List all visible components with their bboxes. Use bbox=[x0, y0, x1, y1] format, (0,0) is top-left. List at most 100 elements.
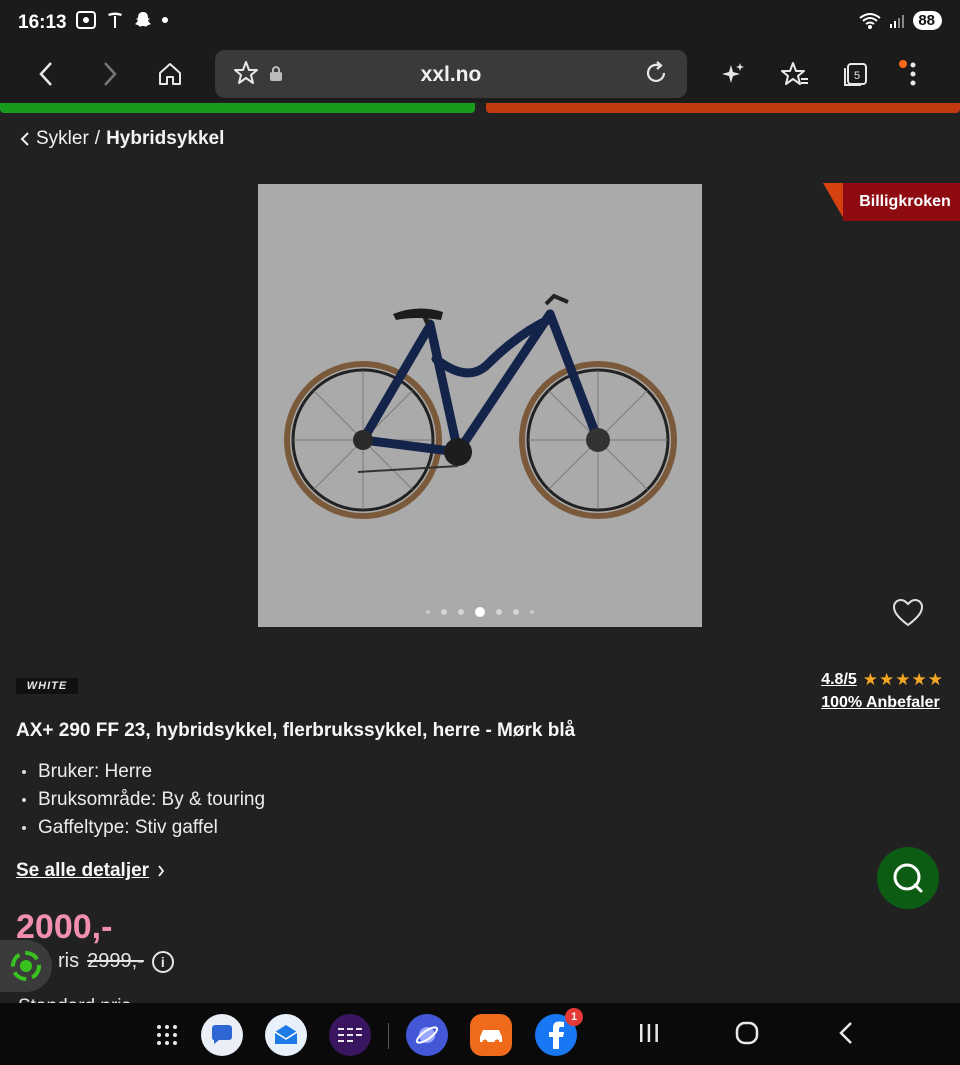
chevron-left-icon[interactable] bbox=[20, 131, 30, 147]
accent-strip-red bbox=[486, 103, 960, 113]
breadcrumb-parent[interactable]: Sykler bbox=[36, 128, 89, 150]
spec-text: Bruker: Herre bbox=[38, 761, 153, 782]
screenshot-icon bbox=[76, 11, 96, 29]
regular-price-value: 2999,- bbox=[87, 950, 144, 972]
spec-text: Bruksområde: By & touring bbox=[38, 789, 266, 810]
messages-app[interactable] bbox=[201, 1014, 243, 1056]
planet-icon bbox=[415, 1026, 439, 1044]
product-title: AX+ 290 FF 23, hybridsykkel, flerbrukssy… bbox=[16, 720, 576, 741]
android-taskbar: 1 bbox=[0, 1003, 960, 1065]
rating-score[interactable]: 4.8/5 bbox=[821, 671, 857, 689]
tesla-icon bbox=[108, 12, 122, 28]
chat-icon bbox=[893, 863, 923, 893]
carousel-dot-active[interactable] bbox=[475, 607, 485, 617]
favorite-button[interactable] bbox=[892, 598, 924, 633]
reload-icon[interactable] bbox=[643, 60, 669, 86]
spec-item: Gaffeltype: Stiv gaffel bbox=[22, 814, 265, 842]
status-time: 16:13 bbox=[18, 12, 67, 33]
dot-icon bbox=[162, 17, 168, 23]
chevron-left-icon bbox=[39, 62, 52, 86]
car-app[interactable] bbox=[470, 1014, 512, 1056]
bullet bbox=[22, 770, 26, 774]
recents-button[interactable] bbox=[638, 1021, 660, 1050]
snapchat-icon bbox=[135, 12, 151, 27]
wifi-icon bbox=[859, 12, 881, 29]
rating-stars: ★★★★★ bbox=[862, 670, 944, 689]
car-icon bbox=[480, 1030, 502, 1045]
chevron-right-icon bbox=[158, 865, 165, 877]
floating-widget-button[interactable] bbox=[0, 940, 52, 992]
bicycle-image bbox=[284, 293, 677, 519]
notification-badge: 1 bbox=[565, 1008, 583, 1026]
forward-button[interactable] bbox=[90, 54, 130, 94]
carousel-dot[interactable] bbox=[496, 609, 502, 615]
carousel-dot[interactable] bbox=[530, 610, 534, 614]
product-image-carousel[interactable] bbox=[258, 184, 702, 627]
ai-assist-button[interactable] bbox=[713, 54, 753, 94]
spec-item: Bruker: Herre bbox=[22, 758, 265, 786]
recycle-icon bbox=[11, 951, 41, 981]
back-nav-button[interactable] bbox=[838, 1021, 854, 1050]
browser-app[interactable] bbox=[406, 1014, 448, 1056]
sparkle-icon bbox=[722, 63, 744, 83]
regular-price: ris 2999,- i bbox=[58, 950, 174, 973]
chat-button[interactable] bbox=[877, 847, 939, 909]
facebook-icon bbox=[549, 1021, 564, 1049]
spec-list: Bruker: Herre Bruksområde: By & touring … bbox=[22, 758, 265, 842]
badge-label: Billigkroken bbox=[843, 183, 960, 221]
taskbar-separator bbox=[388, 1023, 389, 1049]
spec-item: Bruksområde: By & touring bbox=[22, 786, 265, 814]
app-drawer-button[interactable] bbox=[146, 1014, 188, 1056]
deezer-app[interactable] bbox=[329, 1014, 371, 1056]
facebook-app[interactable]: 1 bbox=[535, 1008, 583, 1056]
grid-icon bbox=[157, 1025, 177, 1045]
svg-text:5: 5 bbox=[854, 70, 860, 82]
equalizer-icon bbox=[338, 1028, 362, 1042]
home-nav-button[interactable] bbox=[735, 1021, 759, 1050]
menu-button[interactable] bbox=[893, 54, 933, 94]
more-vertical-icon bbox=[910, 62, 916, 86]
see-all-details-link[interactable]: Se alle detaljer bbox=[16, 860, 165, 882]
status-bar: 16:13 88 bbox=[0, 0, 960, 46]
tabs-icon: 5 bbox=[844, 63, 867, 86]
recents-icon bbox=[640, 1024, 658, 1042]
home-icon bbox=[159, 63, 181, 85]
signal-icon bbox=[890, 14, 905, 28]
chevron-right-icon bbox=[104, 62, 117, 86]
accent-strip-green bbox=[0, 103, 475, 113]
carousel-dot[interactable] bbox=[458, 609, 464, 615]
breadcrumb-separator: / bbox=[94, 128, 101, 149]
carousel-dot[interactable] bbox=[426, 610, 430, 614]
address-bar[interactable]: xxl.no bbox=[215, 50, 687, 98]
tabs-button[interactable]: 5 bbox=[836, 54, 876, 94]
carousel-dot[interactable] bbox=[513, 609, 519, 615]
notification-dot bbox=[899, 60, 907, 68]
home-button[interactable] bbox=[150, 54, 190, 94]
carousel-pagination bbox=[258, 607, 702, 617]
battery-indicator: 88 bbox=[913, 11, 942, 30]
brand-logo[interactable]: WHITE bbox=[16, 678, 78, 694]
mail-icon bbox=[274, 1025, 298, 1044]
spec-text: Gaffeltype: Stiv gaffel bbox=[38, 817, 218, 838]
browser-toolbar: xxl.no 5 bbox=[0, 46, 960, 102]
message-icon bbox=[212, 1025, 232, 1044]
recommend-rate[interactable]: 100% Anbefaler bbox=[821, 694, 944, 712]
status-icons-left bbox=[76, 11, 168, 29]
carousel-dot[interactable] bbox=[441, 609, 447, 615]
breadcrumb-current: Hybridsykkel bbox=[106, 128, 225, 149]
rating-summary[interactable]: 4.8/5 ★★★★★ 100% Anbefaler bbox=[821, 670, 944, 712]
bookmarks-icon bbox=[781, 62, 808, 85]
bullet bbox=[22, 826, 26, 830]
back-button[interactable] bbox=[26, 54, 66, 94]
back-arrow-icon bbox=[839, 1022, 852, 1044]
status-icons-right: 88 bbox=[859, 11, 942, 30]
home-circle-icon bbox=[735, 1021, 759, 1045]
regular-price-label: ris bbox=[58, 950, 80, 972]
url-text: xxl.no bbox=[420, 63, 482, 86]
heart-icon bbox=[892, 598, 924, 627]
email-app[interactable] bbox=[265, 1014, 307, 1056]
badge-accent bbox=[823, 183, 845, 221]
info-icon[interactable]: i bbox=[151, 950, 174, 973]
bookmarks-button[interactable] bbox=[775, 54, 815, 94]
bullet bbox=[22, 798, 26, 802]
